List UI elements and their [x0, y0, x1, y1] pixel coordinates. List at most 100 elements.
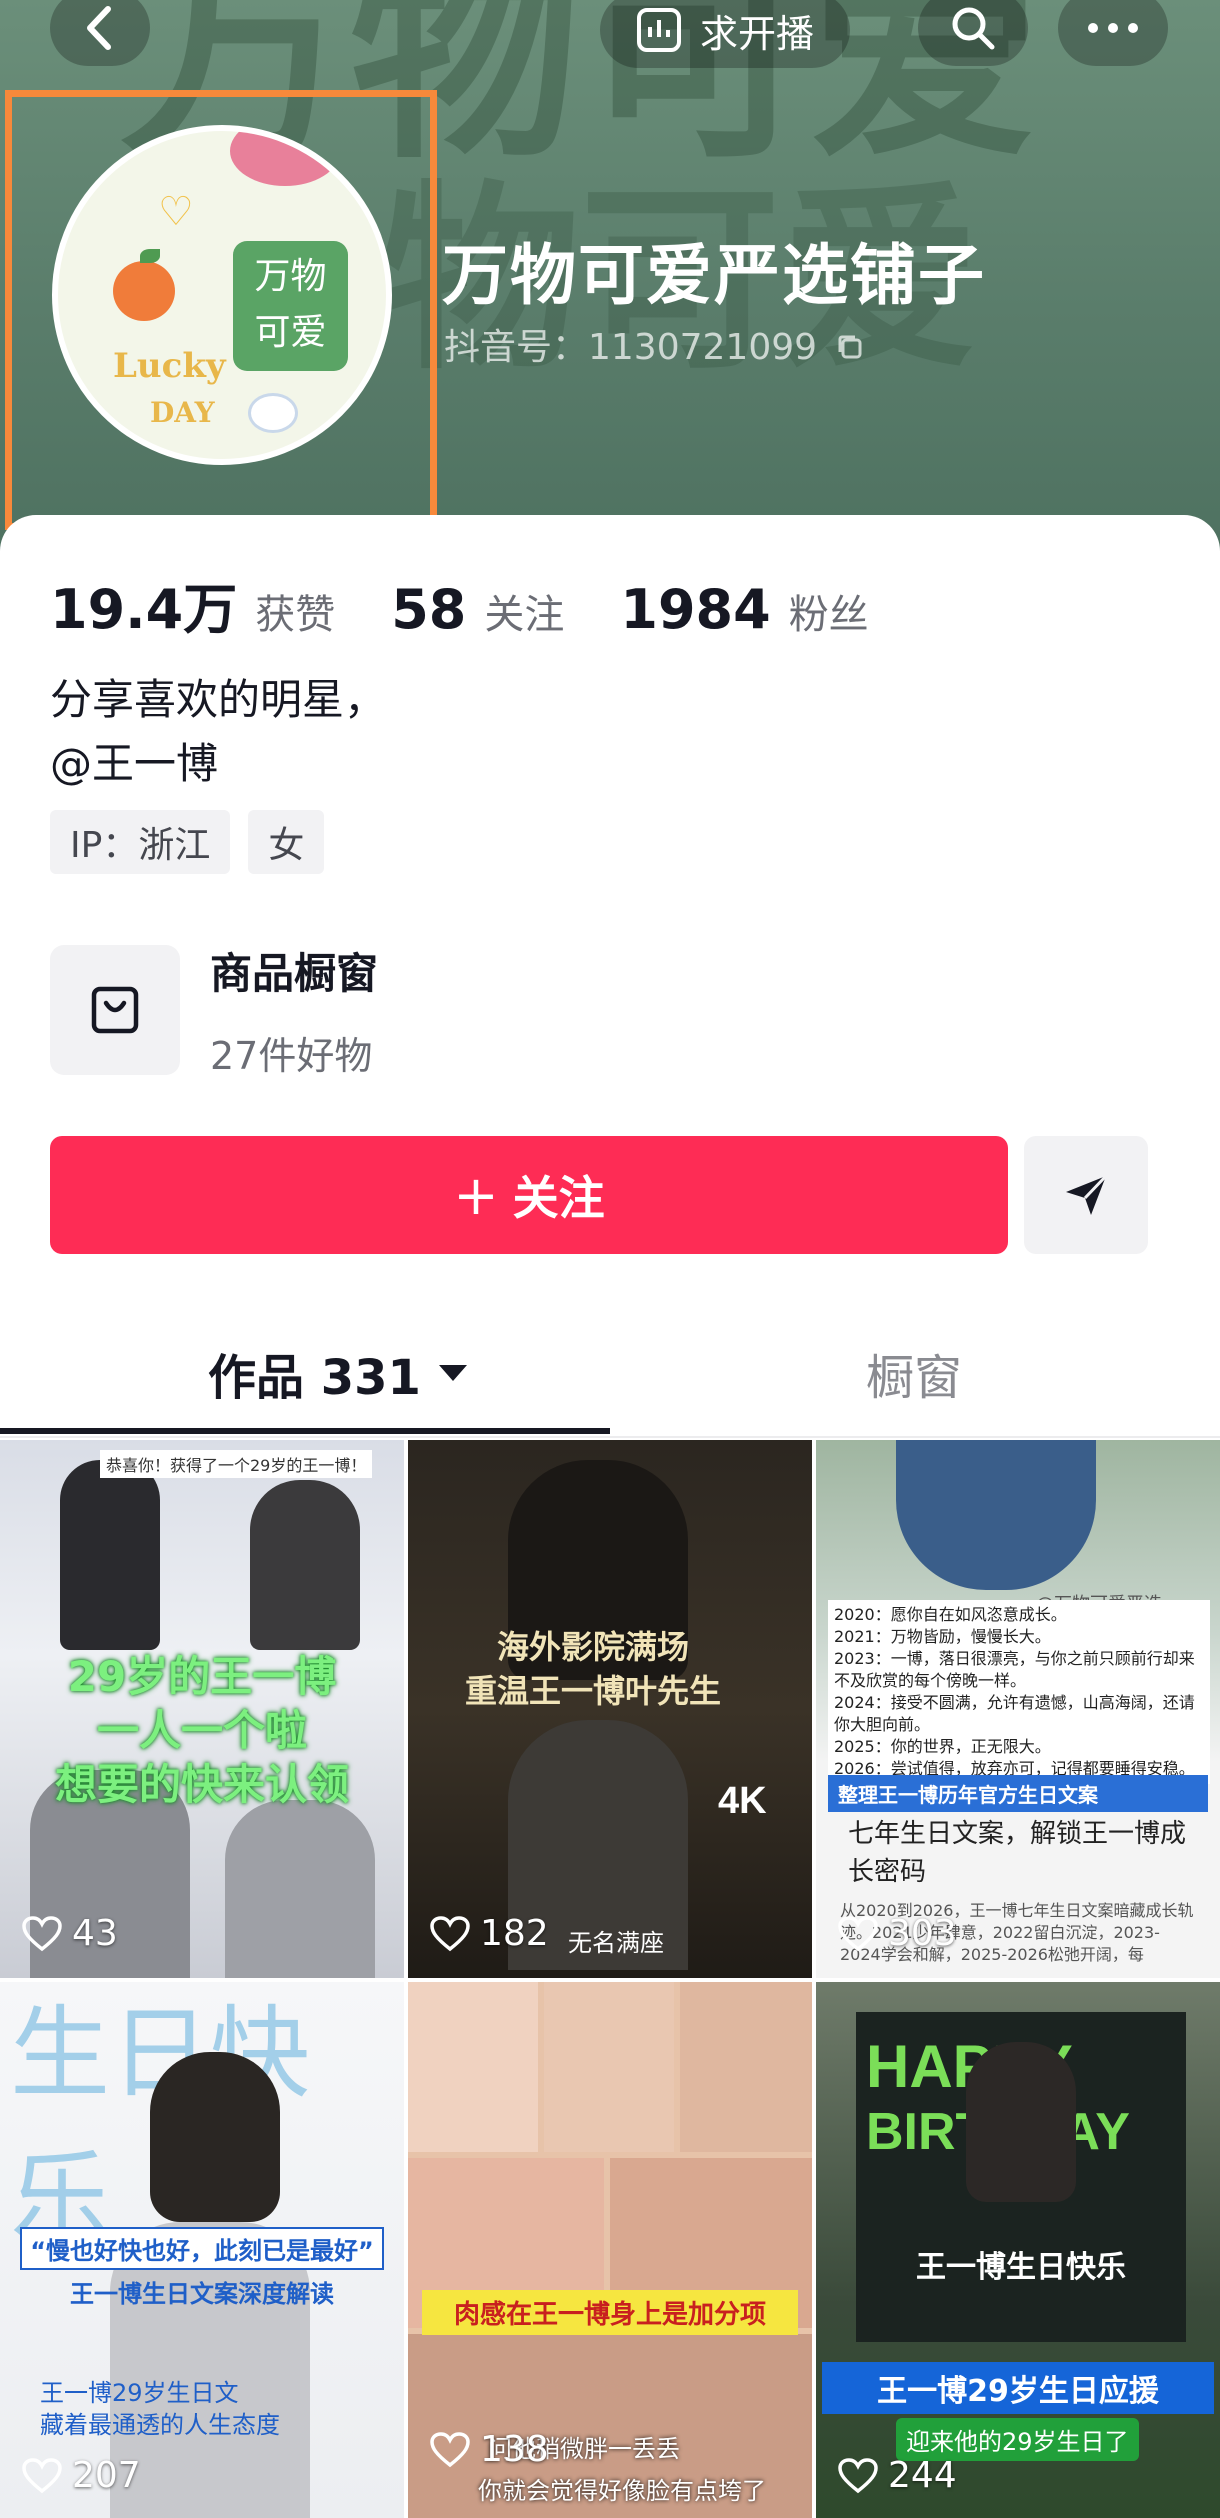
like-count: 43 [22, 1913, 118, 1954]
avatar-pink-blob [230, 131, 340, 186]
send-icon [1066, 1174, 1108, 1215]
more-dots-icon [1088, 23, 1138, 33]
live-chart-icon [636, 8, 681, 52]
tile-text-line: 2025：你的世界，正无限大。 [834, 1737, 1051, 1756]
video-tile[interactable]: HAPPY BIRTHDAY 王一博生日快乐 王一博29岁生日应援 迎来他的29… [816, 1982, 1220, 2518]
stat-followers-value: 1984 [620, 578, 771, 641]
avatar-lucky-text: Lucky [113, 346, 226, 386]
tab-showcase-label: 橱窗 [866, 1350, 963, 1406]
request-live-button[interactable]: 求开播 [600, 0, 850, 68]
tile-banner: 肉感在王一博身上是加分项 [422, 2290, 798, 2335]
tile-caption-line: 想要的快来认领 [54, 1760, 349, 1809]
tile-caption: 29岁的王一博 一人一个啦 想要的快来认领 [10, 1650, 394, 1812]
more-button[interactable] [1058, 0, 1168, 66]
stat-likes[interactable]: 19.4万 获赞 [50, 565, 335, 644]
thumb-face [544, 1982, 674, 2152]
like-count-value: 207 [72, 2455, 141, 2496]
heart-icon [838, 2457, 878, 2493]
search-button[interactable] [918, 0, 1028, 66]
tile-caption-line: 重温王一博叶先生 [464, 1672, 721, 1710]
tile-banner: 整理王一博历年官方生日文案 [828, 1775, 1208, 1812]
avatar[interactable]: ♡ 万物 可爱 Lucky DAY [52, 125, 392, 465]
stat-following-value: 58 [391, 578, 467, 641]
video-tile[interactable]: 生日快乐 “慢也好快也好，此刻已是最好” 王一博生日文案深度解读 王一博29岁生… [0, 1982, 404, 2518]
tile-text-line: 2020：愿你自在如风恣意成长。 [834, 1605, 1067, 1624]
thumb-face [680, 1982, 812, 2152]
bunny-icon [248, 393, 298, 433]
like-count-value: 138 [480, 2429, 549, 2470]
stat-followers-label: 粉丝 [788, 592, 869, 638]
video-tile[interactable]: @万物可爱严选 2020：愿你自在如风恣意成长。 2021：万物皆励，慢慢长大。… [816, 1440, 1220, 1978]
bio-line1: 分享喜欢的明星， [50, 675, 387, 724]
video-tile[interactable]: 肉感在王一博身上是加分项 问他稍微胖一丢丢 你就会觉得好像脸有点垮了 138 [408, 1982, 812, 2518]
tile-text-line: 2021：万物皆励，慢慢长大。 [834, 1627, 1051, 1646]
tile-top-caption: 恭喜你！获得了一个29岁的王一博！ [100, 1450, 373, 1478]
stats-row: 19.4万 获赞 58 关注 1984 粉丝 [50, 565, 925, 644]
showcase-subtitle: 27件好物 [210, 1034, 373, 1078]
douyin-id-text: 抖音号：1130721099 [444, 327, 818, 368]
tab-active-indicator [0, 1428, 610, 1434]
follow-button[interactable]: + 关注 [50, 1136, 1008, 1254]
stat-following[interactable]: 58 关注 [391, 578, 564, 641]
orange-icon [113, 261, 175, 321]
tile-badge: 4K [718, 1780, 767, 1822]
tile-sub-line: 王一博29岁生日文 [40, 2379, 239, 2407]
copy-icon[interactable] [835, 332, 865, 362]
thumb-figure [896, 1440, 1096, 1590]
tile-quote: “慢也好快也好，此刻已是最好” 王一博生日文案深度解读 [10, 2227, 394, 2309]
leaf-icon [140, 249, 160, 263]
tile-banner: 王一博29岁生日应援 [822, 2362, 1214, 2414]
tile-sub: 王一博29岁生日文 藏着最通透的人生态度 [40, 2377, 280, 2441]
stat-likes-value: 19.4万 [50, 578, 238, 641]
tag-ip-location: IP：浙江 [50, 810, 231, 874]
like-count: 182 [430, 1913, 549, 1954]
tile-caption-line: 海外影院满场 [496, 1628, 689, 1666]
tile-caption-line: 一人一个啦 [96, 1706, 307, 1755]
profile-tags: IP：浙江 女 [50, 810, 325, 874]
request-live-label: 求开播 [699, 11, 814, 56]
bio-mention[interactable]: @王一博 [50, 732, 386, 796]
tile-caption: 海外影院满场 重温王一博叶先生 [428, 1625, 758, 1713]
like-count: 207 [22, 2455, 141, 2496]
avatar-logo-box: 万物 可爱 [233, 241, 348, 371]
thumb-figure [966, 2042, 1076, 2202]
tile-title: 七年生日文案，解锁王一博成长密码 [848, 1819, 1187, 1887]
tile-text-block: 2020：愿你自在如风恣意成长。 2021：万物皆励，慢慢长大。 2023：一博… [828, 1600, 1210, 1784]
heart-icon [430, 1915, 470, 1951]
tab-works-label: 作品 331 [208, 1350, 421, 1406]
thumb-figure [150, 2052, 280, 2222]
top-bar: 求开播 [0, 0, 1220, 70]
tile-text-line: 2024：接受不圆满，允许有遗憾，山高海阔，还请你大胆向前。 [834, 1693, 1195, 1734]
video-tile[interactable]: 海外影院满场 重温王一博叶先生 4K 无名满座 182 [408, 1440, 812, 1978]
video-tile[interactable]: 恭喜你！获得了一个29岁的王一博！ 29岁的王一博 一人一个啦 想要的快来认领 … [0, 1440, 404, 1978]
douyin-id[interactable]: 抖音号：1130721099 [444, 318, 865, 370]
stat-likes-label: 获赞 [255, 592, 336, 638]
plus-icon: + [453, 1163, 499, 1227]
like-count-value: 244 [888, 2455, 957, 2496]
avatar-day-text: DAY [150, 396, 215, 429]
like-count: 138 [430, 2429, 549, 2470]
like-count-value: 303 [888, 1913, 957, 1954]
stat-following-label: 关注 [484, 592, 565, 638]
content-tabs: 作品 331 橱窗 [0, 1320, 1220, 1438]
tab-works[interactable]: 作品 331 [208, 1338, 467, 1408]
thumb-figure [225, 1800, 375, 1978]
showcase-entry[interactable]: 商品橱窗 27件好物 [50, 940, 378, 1080]
tab-showcase[interactable]: 橱窗 [866, 1338, 962, 1408]
thumb-figure [60, 1460, 160, 1650]
bio: 分享喜欢的明星， @王一博 [50, 668, 386, 796]
thumb-face [408, 1982, 538, 2152]
like-count: 244 [838, 2455, 957, 2496]
heart-icon: ♡ [158, 189, 194, 235]
message-button[interactable] [1024, 1136, 1148, 1254]
showcase-title: 商品橱窗 [210, 949, 379, 998]
like-count-value: 43 [72, 1913, 118, 1954]
tile-quote-line: “慢也好快也好，此刻已是最好” [20, 2227, 384, 2270]
tile-caption-line: 29岁的王一博 [67, 1652, 337, 1701]
follow-label: 关注 [512, 1171, 605, 1225]
heart-icon [22, 1915, 62, 1951]
profile-name: 万物可爱严选铺子 [442, 237, 986, 314]
tile-inner-caption: 王一博生日快乐 [916, 2250, 1126, 2285]
back-button[interactable] [50, 0, 150, 66]
stat-followers[interactable]: 1984 粉丝 [620, 578, 868, 641]
